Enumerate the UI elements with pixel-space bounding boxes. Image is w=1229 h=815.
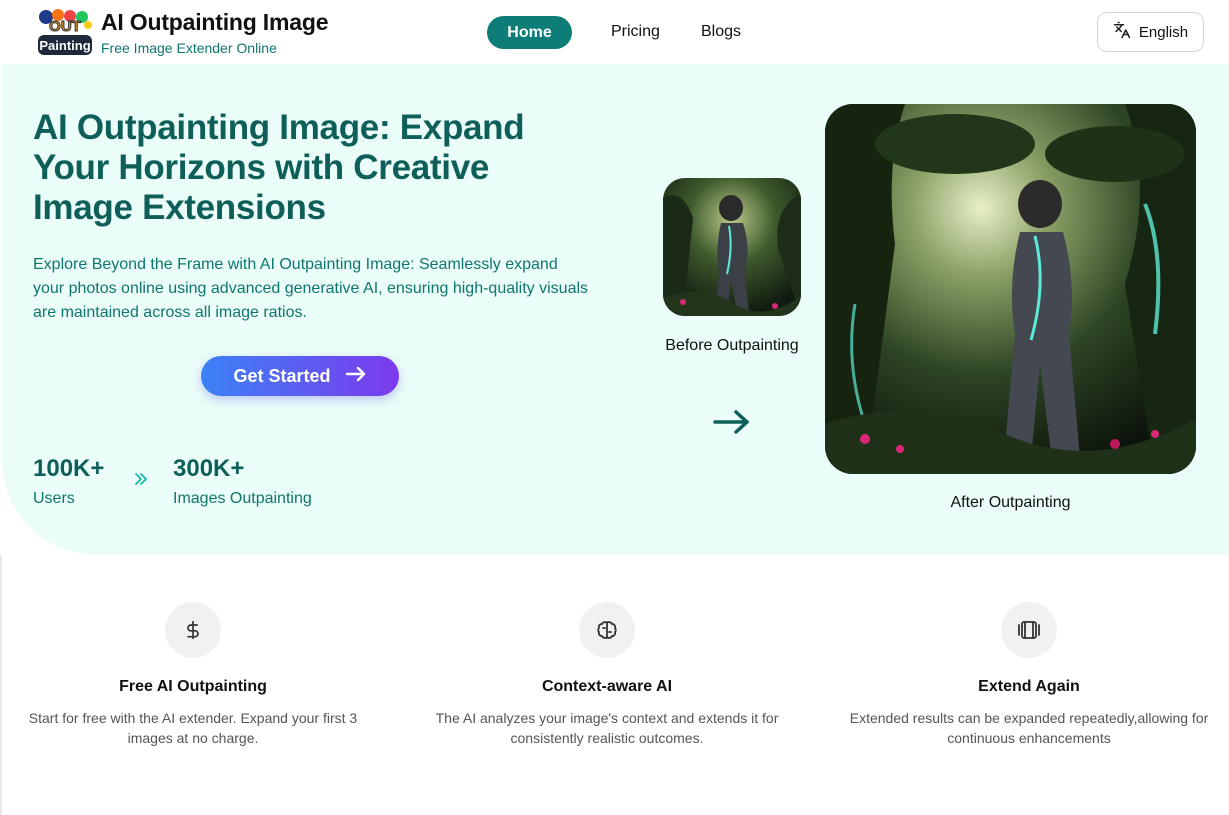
dollar-icon <box>165 602 221 658</box>
before-caption: Before Outpainting <box>665 337 799 354</box>
feature-description: Extended results can be expanded repeate… <box>849 710 1209 746</box>
feature-title: Context-aware AI <box>541 678 673 695</box>
brand-title[interactable]: AI Outpainting Image <box>101 9 328 36</box>
svg-text:Painting: Painting <box>39 38 90 53</box>
feature-title: Free AI Outpainting <box>119 678 267 695</box>
brain-icon <box>579 602 635 658</box>
after-caption: After Outpainting <box>950 494 1071 511</box>
svg-text:OUT: OUT <box>49 18 81 35</box>
after-outpainting-image <box>825 104 1196 474</box>
hero-title: AI Outpainting Image: Expand Your Horizo… <box>33 108 525 227</box>
before-outpainting-image <box>663 178 801 316</box>
layers-icon <box>1001 602 1057 658</box>
stat-images-value: 300K+ <box>173 455 245 482</box>
stat-users-label: Users <box>33 490 75 507</box>
feature-description: The AI analyzes your image's context and… <box>435 710 779 746</box>
nav-pricing[interactable]: Pricing <box>611 23 660 41</box>
language-label: English <box>1138 23 1189 41</box>
language-selector[interactable]: English <box>1097 12 1204 52</box>
feature-title: Extend Again <box>978 678 1080 695</box>
site-logo[interactable]: OUT Painting <box>36 7 94 57</box>
get-started-label: Get Started <box>233 365 331 386</box>
brand-subtitle: Free Image Extender Online <box>101 40 277 56</box>
hero-description: Explore Beyond the Frame with AI Outpain… <box>33 256 589 321</box>
feature-description: Start for free with the AI extender. Exp… <box>28 710 358 746</box>
stat-images-label: Images Outpainting <box>173 490 312 507</box>
arrow-right-icon <box>345 366 367 387</box>
page-edge <box>0 555 2 815</box>
stat-users-value: 100K+ <box>33 455 105 482</box>
nav-home[interactable]: Home <box>487 16 572 49</box>
chevrons-right-icon <box>133 471 149 492</box>
translate-icon <box>1113 21 1131 43</box>
arrow-right-icon <box>712 408 752 441</box>
get-started-button[interactable]: Get Started <box>201 356 399 396</box>
nav-blogs[interactable]: Blogs <box>701 23 741 41</box>
site-header: OUT Painting AI Outpainting Image Free I… <box>0 0 1229 64</box>
feature-context-aware: Context-aware AI The AI analyzes your im… <box>417 602 797 748</box>
feature-extend-again: Extend Again Extended results can be exp… <box>839 602 1219 748</box>
feature-free-outpainting: Free AI Outpainting Start for free with … <box>3 602 383 748</box>
